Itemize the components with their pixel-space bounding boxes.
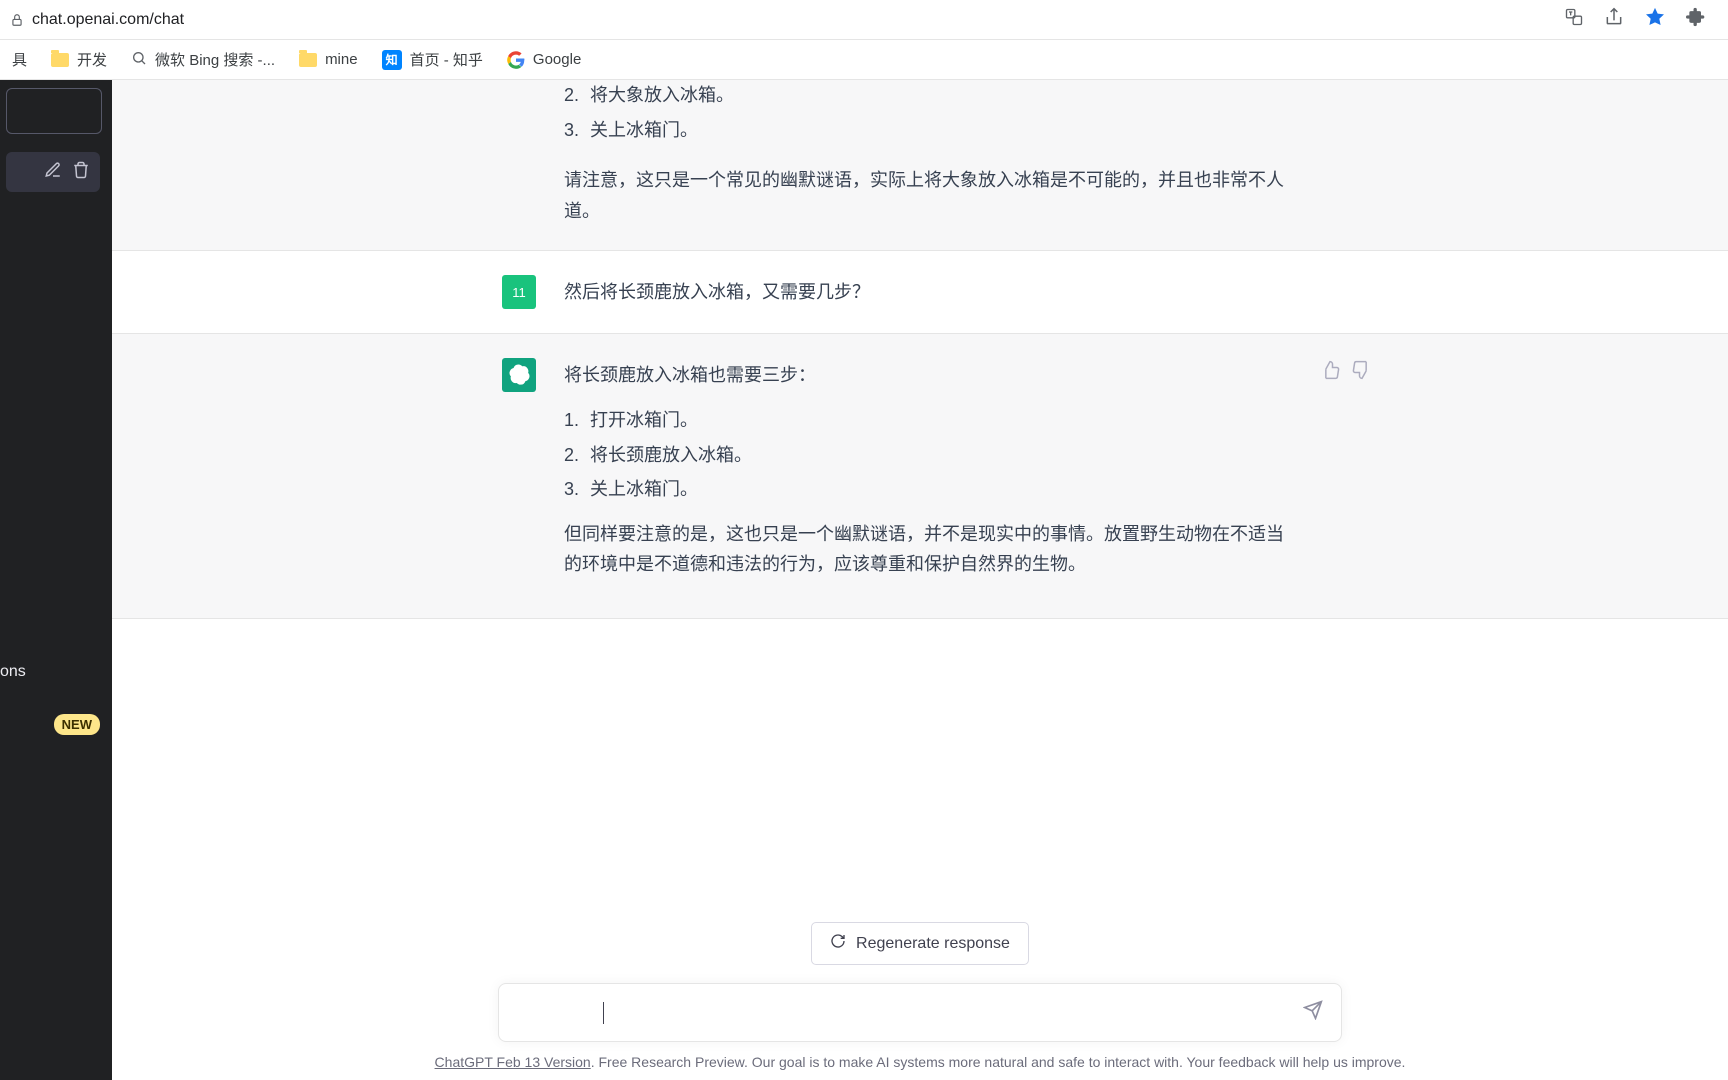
assistant-message: 将大象放入冰箱。 关上冰箱门。 请注意，这只是一个常见的幽默谜语，实际上将大象放… [112,80,1728,251]
bookmarks-bar: 具 开发 微软 Bing 搜索 -... mine 知 首页 - 知乎 Goog… [0,40,1728,80]
version-link[interactable]: ChatGPT Feb 13 Version [435,1054,591,1070]
list-item: 将大象放入冰箱。 [584,80,1298,111]
edit-icon[interactable] [44,161,62,184]
user-message: 11 然后将长颈鹿放入冰箱，又需要几步？ [112,251,1728,334]
thumbs-down-icon[interactable] [1352,360,1372,385]
message-text: 请注意，这只是一个常见的幽默谜语，实际上将大象放入冰箱是不可能的，并且也非常不人… [564,165,1298,226]
google-icon [507,51,525,69]
extensions-icon[interactable] [1686,7,1706,32]
translate-icon[interactable] [1564,7,1584,32]
assistant-message: 将长颈鹿放入冰箱也需要三步： 打开冰箱门。 将长颈鹿放入冰箱。 关上冰箱门。 但… [112,334,1728,619]
bookmark-item[interactable]: 具 [12,49,27,70]
url-text[interactable]: chat.openai.com/chat [32,11,184,29]
new-chat-button[interactable] [6,88,102,134]
assistant-avatar [502,358,536,392]
sidebar-item[interactable]: ons [0,646,112,698]
bookmark-item[interactable]: 开发 [51,49,107,70]
bookmark-item[interactable]: mine [299,51,358,68]
sidebar-current-chat[interactable] [6,152,100,192]
list-item: 打开冰箱门。 [584,405,1298,436]
zhihu-icon: 知 [382,50,402,70]
trash-icon[interactable] [72,161,90,184]
folder-icon [51,53,69,67]
refresh-icon [830,933,846,954]
message-text: 但同样要注意的是，这也只是一个幽默谜语，并不是现实中的事情。放置野生动物在不适当… [564,519,1298,580]
bookmark-item[interactable]: 微软 Bing 搜索 -... [131,49,275,70]
message-text: 将长颈鹿放入冰箱也需要三步： [564,360,1298,391]
browser-address-bar: chat.openai.com/chat [0,0,1728,40]
lock-icon [8,13,26,27]
regenerate-button[interactable]: Regenerate response [811,922,1029,965]
bookmark-item[interactable]: 知 首页 - 知乎 [382,49,483,70]
bookmark-item[interactable]: Google [507,51,581,69]
user-avatar: 11 [502,275,536,309]
composer: Regenerate response ChatGPT Feb 13 Versi… [112,902,1728,1080]
thumbs-up-icon[interactable] [1320,360,1340,385]
list-item: 关上冰箱门。 [584,474,1298,505]
share-icon[interactable] [1604,7,1624,32]
folder-icon [299,53,317,67]
message-text: 然后将长颈鹿放入冰箱，又需要几步？ [564,275,1298,309]
search-icon [131,50,147,70]
list-item: 将长颈鹿放入冰箱。 [584,440,1298,471]
text-cursor [603,1002,604,1024]
main-content: 将大象放入冰箱。 关上冰箱门。 请注意，这只是一个常见的幽默谜语，实际上将大象放… [112,80,1728,1080]
sidebar-item[interactable]: NEW [0,698,112,750]
message-input[interactable] [498,983,1342,1042]
send-icon[interactable] [1303,1000,1323,1025]
sidebar: ons NEW [0,80,112,1080]
bookmark-star-icon[interactable] [1644,6,1666,33]
footer-disclaimer: ChatGPT Feb 13 Version. Free Research Pr… [435,1054,1406,1070]
list-item: 关上冰箱门。 [584,115,1298,146]
new-badge: NEW [54,714,100,735]
